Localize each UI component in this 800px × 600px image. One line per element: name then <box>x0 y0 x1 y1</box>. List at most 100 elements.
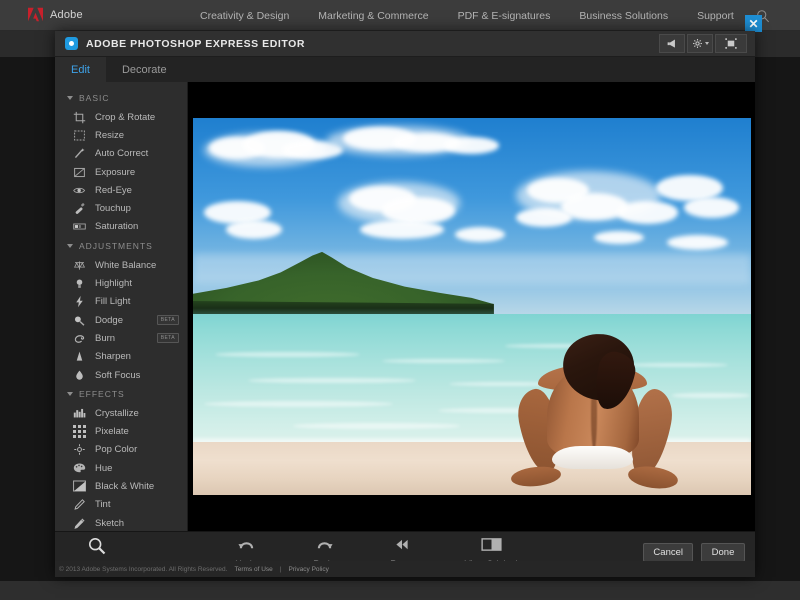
magic-wand-icon <box>73 147 86 160</box>
black-and-white-icon <box>73 480 86 493</box>
sidebar-item-white-balance[interactable]: White Balance <box>55 256 187 274</box>
magnifier-icon <box>87 536 107 556</box>
status-badge: BETA <box>157 333 179 343</box>
image-canvas[interactable] <box>188 82 755 531</box>
edited-photo[interactable] <box>193 118 751 495</box>
touchup-brush-icon <box>73 202 86 215</box>
terms-of-use-link[interactable]: Terms of Use <box>234 566 272 573</box>
sidebar-item-label: Burn <box>95 333 115 344</box>
sketch-pencil-icon <box>73 517 86 530</box>
sidebar-item-label: Crop & Rotate <box>95 112 155 123</box>
sidebar-item-label: Red-Eye <box>95 185 132 196</box>
nav-link-creativity[interactable]: Creativity & Design <box>200 10 289 22</box>
burn-icon <box>73 332 86 345</box>
nav-link-marketing[interactable]: Marketing & Commerce <box>318 10 428 22</box>
privacy-policy-link[interactable]: Privacy Policy <box>288 566 328 573</box>
sidebar-item-touchup[interactable]: Touchup <box>55 199 187 217</box>
sidebar-group-basic-header[interactable]: BASIC <box>55 88 187 108</box>
sidebar-item-auto-correct[interactable]: Auto Correct <box>55 145 187 163</box>
sidebar-item-label: Black & White <box>95 481 154 492</box>
sidebar-group-effects-header[interactable]: EFFECTS <box>55 384 187 404</box>
sidebar-item-sharpen[interactable]: Sharpen <box>55 348 187 366</box>
sidebar-item-label: Crystallize <box>95 408 139 419</box>
sidebar-item-label: Pixelate <box>95 426 129 437</box>
sidebar-item-label: White Balance <box>95 260 156 271</box>
photo-woman-bikini <box>552 446 633 469</box>
tools-sidebar: BASIC Crop & Rotate Resize Auto Correct … <box>55 82 188 531</box>
pop-color-icon <box>73 443 86 456</box>
tab-decorate[interactable]: Decorate <box>106 57 183 82</box>
sidebar-group-adjustments-title: ADJUSTMENTS <box>79 241 153 251</box>
sidebar-item-resize[interactable]: Resize <box>55 126 187 144</box>
editor-titlebar: ADOBE PHOTOSHOP EXPRESS EDITOR <box>55 31 755 57</box>
exposure-icon <box>73 166 86 179</box>
sidebar-item-label: Saturation <box>95 221 138 232</box>
sidebar-item-label: Resize <box>95 130 124 141</box>
undo-arrow-icon <box>237 537 256 552</box>
sidebar-item-exposure[interactable]: Exposure <box>55 163 187 181</box>
sidebar-item-label: Tint <box>95 499 110 510</box>
nav-link-pdf[interactable]: PDF & E-signatures <box>458 10 551 22</box>
dodge-icon <box>73 314 86 327</box>
sidebar-item-burn[interactable]: Burn BETA <box>55 329 187 347</box>
footer-separator: | <box>280 566 282 573</box>
fullscreen-icon[interactable] <box>715 34 747 53</box>
pixelate-icon <box>73 425 86 438</box>
fill-light-bolt-icon <box>73 295 86 308</box>
saturation-icon <box>73 220 86 233</box>
view-original-split-icon <box>481 537 502 552</box>
sidebar-item-soft-focus[interactable]: Soft Focus <box>55 366 187 384</box>
photoshop-express-icon <box>65 37 78 50</box>
adobe-global-nav: Adobe Creativity & Design Marketing & Co… <box>0 0 800 31</box>
site-nav-links: Creativity & Design Marketing & Commerce… <box>200 10 734 22</box>
sharpen-icon <box>73 350 86 363</box>
close-icon[interactable]: ✕ <box>745 15 762 32</box>
redo-arrow-icon <box>315 537 334 552</box>
sidebar-item-crystallize[interactable]: Crystallize <box>55 404 187 422</box>
adobe-a-icon <box>28 7 43 22</box>
copyright-text: © 2013 Adobe Systems Incorporated. All R… <box>59 566 227 573</box>
highlight-bulb-icon <box>73 277 86 290</box>
sidebar-group-adjustments-header[interactable]: ADJUSTMENTS <box>55 236 187 256</box>
titlebar-tools <box>659 34 747 53</box>
sidebar-item-black-and-white[interactable]: Black & White <box>55 477 187 495</box>
sidebar-group-effects-title: EFFECTS <box>79 389 125 399</box>
sidebar-item-sketch[interactable]: Sketch <box>55 514 187 531</box>
sidebar-item-highlight[interactable]: Highlight <box>55 274 187 292</box>
sidebar-item-saturation[interactable]: Saturation <box>55 218 187 236</box>
feedback-megaphone-icon[interactable] <box>659 34 685 53</box>
sidebar-item-crop-rotate[interactable]: Crop & Rotate <box>55 108 187 126</box>
sidebar-item-label: Auto Correct <box>95 148 148 159</box>
sidebar-item-tint[interactable]: Tint <box>55 496 187 514</box>
nav-link-support[interactable]: Support <box>697 10 734 22</box>
adobe-logo[interactable]: Adobe <box>28 7 83 22</box>
editor-tabbar: Edit Decorate <box>55 57 755 82</box>
tab-edit[interactable]: Edit <box>55 57 106 82</box>
adobe-brand-text: Adobe <box>50 9 83 21</box>
screen: Adobe Creativity & Design Marketing & Co… <box>0 0 800 600</box>
resize-icon <box>73 129 86 142</box>
soft-focus-drop-icon <box>73 369 86 382</box>
settings-gear-icon[interactable] <box>687 34 713 53</box>
tint-pencil-icon <box>73 498 86 511</box>
crop-icon <box>73 111 86 124</box>
done-button[interactable]: Done <box>701 543 745 562</box>
editor-main: BASIC Crop & Rotate Resize Auto Correct … <box>55 82 755 531</box>
sidebar-item-label: Sharpen <box>95 351 131 362</box>
sidebar-item-pixelate[interactable]: Pixelate <box>55 422 187 440</box>
site-footer-area <box>0 581 800 600</box>
sidebar-item-dodge[interactable]: Dodge BETA <box>55 311 187 329</box>
eye-icon <box>73 184 86 197</box>
sidebar-item-hue[interactable]: Hue <box>55 459 187 477</box>
sidebar-item-fill-light[interactable]: Fill Light <box>55 293 187 311</box>
sidebar-item-label: Sketch <box>95 518 124 529</box>
sidebar-item-label: Exposure <box>95 167 135 178</box>
sidebar-item-label: Dodge <box>95 315 123 326</box>
sidebar-item-red-eye[interactable]: Red-Eye <box>55 181 187 199</box>
sidebar-item-label: Fill Light <box>95 296 130 307</box>
cancel-button[interactable]: Cancel <box>643 543 693 562</box>
nav-link-business[interactable]: Business Solutions <box>579 10 668 22</box>
sidebar-item-pop-color[interactable]: Pop Color <box>55 441 187 459</box>
reset-rewind-icon <box>393 537 411 552</box>
editor-footer: © 2013 Adobe Systems Incorporated. All R… <box>55 561 755 577</box>
